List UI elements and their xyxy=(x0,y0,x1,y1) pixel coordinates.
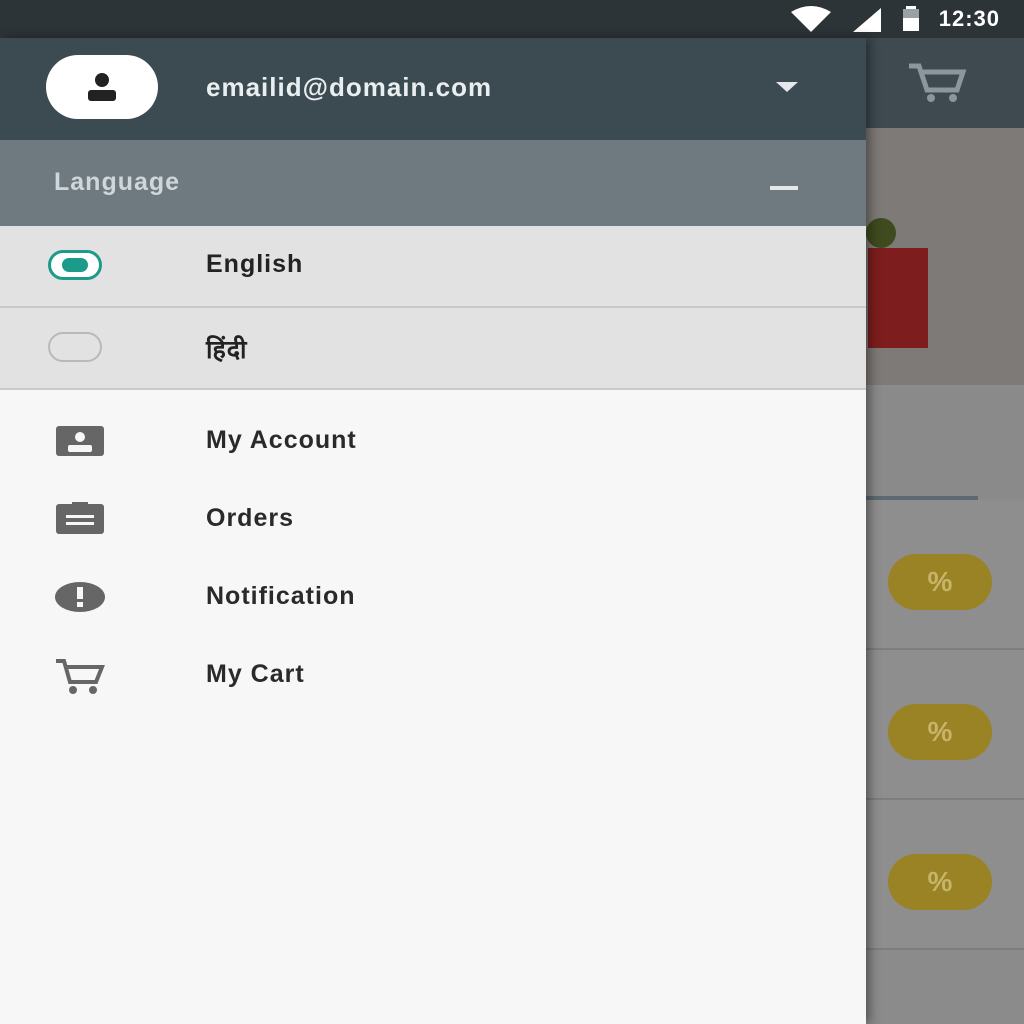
offer-badge-icon: % xyxy=(888,704,992,760)
language-option-hindi[interactable]: हिंदी xyxy=(0,308,866,390)
collapse-icon[interactable] xyxy=(770,186,798,190)
notification-icon xyxy=(55,582,105,612)
app-tabs[interactable] xyxy=(866,388,1024,498)
cart-icon[interactable] xyxy=(905,62,969,104)
banner-image[interactable] xyxy=(866,128,1024,385)
language-section-header[interactable]: Language xyxy=(0,140,866,226)
menu-item-my-cart[interactable]: My Cart xyxy=(0,638,866,716)
status-time: 12:30 xyxy=(938,6,1000,31)
orders-icon xyxy=(56,502,104,534)
signal-icon xyxy=(852,8,881,32)
battery-icon xyxy=(902,6,919,31)
offer-row[interactable]: % xyxy=(866,650,1024,800)
language-option-label: English xyxy=(206,250,304,278)
cart-icon xyxy=(56,659,105,694)
wifi-icon xyxy=(790,6,831,32)
radio-button-unchecked[interactable] xyxy=(48,332,102,362)
person-icon xyxy=(88,73,116,101)
drawer-header: emailid@domain.com xyxy=(0,38,866,140)
offer-row[interactable]: % xyxy=(866,500,1024,650)
banner-plant xyxy=(866,218,896,248)
menu-item-notification[interactable]: Notification xyxy=(0,560,866,638)
banner-product xyxy=(868,248,928,348)
avatar[interactable] xyxy=(46,55,158,119)
menu-item-label: Orders xyxy=(206,504,294,532)
language-option-english[interactable]: English xyxy=(0,226,866,308)
menu-item-my-account[interactable]: My Account xyxy=(0,404,866,482)
status-bar: 12:30 xyxy=(0,0,1024,38)
language-label: Language xyxy=(54,168,181,196)
language-option-label: हिंदी xyxy=(206,336,248,364)
offer-row[interactable]: % xyxy=(866,800,1024,950)
chevron-down-icon[interactable] xyxy=(774,80,800,94)
menu-item-orders[interactable]: Orders xyxy=(0,482,866,560)
menu-item-label: My Account xyxy=(206,426,357,454)
menu-item-label: My Cart xyxy=(206,660,305,688)
account-email: emailid@domain.com xyxy=(206,72,493,102)
radio-button-checked[interactable] xyxy=(48,250,102,280)
menu-item-label: Notification xyxy=(206,582,356,610)
account-box-icon xyxy=(56,426,104,456)
offer-badge-icon: % xyxy=(888,554,992,610)
offer-badge-icon: % xyxy=(888,854,992,910)
navigation-drawer: emailid@domain.com Language English हिंद… xyxy=(0,38,866,1024)
